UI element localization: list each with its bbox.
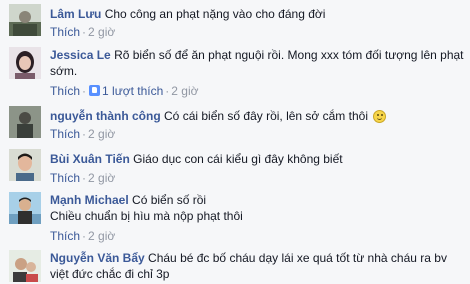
like-button[interactable]: Thích	[50, 127, 80, 141]
separator: ·	[82, 25, 87, 39]
smile-emoji-icon	[373, 110, 387, 123]
avatar[interactable]	[9, 106, 41, 138]
comment-text: Rõ biển số để ăn phạt nguội rồi. Mong xx…	[50, 48, 464, 78]
separator: ·	[82, 84, 87, 98]
timestamp[interactable]: 2 giờ	[88, 25, 115, 39]
comment-text: Có cái biển số đây rồi, lên sở cắm thôi	[164, 109, 368, 123]
commenter-name[interactable]: nguyễn thành công	[50, 109, 161, 123]
commenter-name[interactable]: Lâm Lưu	[50, 7, 101, 21]
separator: ·	[165, 84, 170, 98]
avatar[interactable]	[9, 192, 41, 224]
like-button[interactable]: Thích	[50, 84, 80, 98]
commenter-name[interactable]: Bùi Xuân Tiến	[50, 152, 130, 166]
comment-text: Có biển số rồi	[132, 193, 207, 207]
like-count[interactable]: 1 lượt thích	[102, 84, 163, 98]
comment-text: Giáo dục con cái kiểu gì đây không biết	[133, 152, 343, 166]
timestamp[interactable]: 2 giờ	[88, 229, 115, 243]
timestamp[interactable]: 2 giờ	[171, 84, 198, 98]
comment-text: Chiều chuẩn bị hìu mà nộp phạt thôi	[50, 209, 243, 223]
thumbs-up-icon	[89, 85, 101, 96]
like-button[interactable]: Thích	[50, 171, 80, 185]
separator: ·	[82, 171, 87, 185]
timestamp[interactable]: 2 giờ	[88, 171, 115, 185]
avatar[interactable]	[9, 149, 41, 181]
avatar[interactable]	[9, 250, 41, 282]
like-button[interactable]: Thích	[50, 229, 80, 243]
commenter-name[interactable]: Mạnh Michael	[50, 193, 129, 207]
avatar[interactable]	[9, 4, 41, 36]
separator: ·	[82, 127, 87, 141]
commenter-name[interactable]: Nguyễn Văn Bẩy	[50, 251, 145, 265]
commenter-name[interactable]: Jessica Le	[50, 48, 111, 62]
timestamp[interactable]: 2 giờ	[88, 127, 115, 141]
comment-text: Cho công an phạt nặng vào cho đáng đời	[104, 7, 326, 21]
separator: ·	[82, 229, 87, 243]
avatar[interactable]	[9, 47, 41, 79]
like-button[interactable]: Thích	[50, 25, 80, 39]
